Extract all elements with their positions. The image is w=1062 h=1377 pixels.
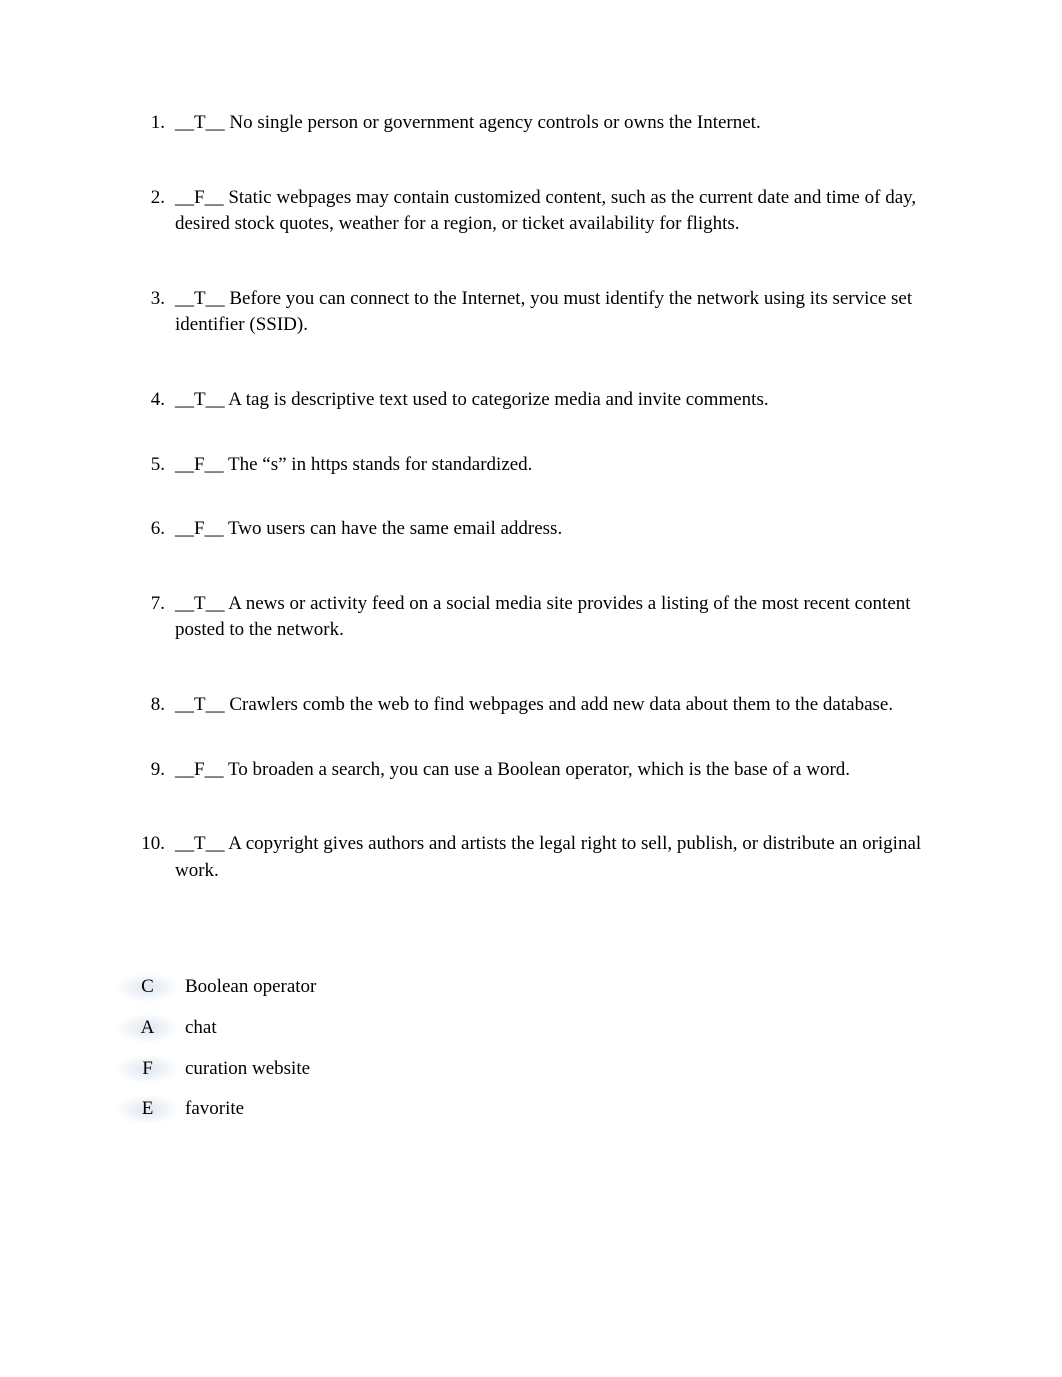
question-6: 6. __F__ Two users can have the same ema… (140, 516, 942, 543)
question-9: 9. __F__ To broaden a search, you can us… (140, 757, 942, 784)
question-text: __T__ A news or activity feed on a socia… (175, 591, 942, 644)
match-letter: E (142, 1098, 154, 1119)
match-term: curation website (175, 1056, 310, 1083)
question-text: __F__ Two users can have the same email … (175, 516, 942, 543)
match-letter: A (141, 1017, 155, 1038)
question-body: Static webpages may contain customized c… (175, 187, 916, 235)
question-body: A news or activity feed on a social medi… (175, 593, 911, 641)
question-3: 3. __T__ Before you can connect to the I… (140, 286, 942, 339)
match-term: favorite (175, 1096, 244, 1123)
question-number: 8. (140, 692, 175, 719)
answer-marker: __T__ (175, 833, 225, 854)
question-text: __T__ Before you can connect to the Inte… (175, 286, 942, 339)
answer-marker: __T__ (175, 112, 225, 133)
match-letter-wrap: C (120, 974, 175, 1001)
question-2: 2. __F__ Static webpages may contain cus… (140, 185, 942, 238)
true-false-questions: 1. __T__ No single person or government … (140, 110, 942, 884)
match-letter-wrap: E (120, 1096, 175, 1123)
answer-marker: __T__ (175, 593, 225, 614)
match-term: Boolean operator (175, 974, 316, 1001)
question-text: __T__ No single person or government age… (175, 110, 942, 137)
question-text: __F__ The “s” in https stands for standa… (175, 452, 942, 479)
question-text: __T__ A copyright gives authors and arti… (175, 831, 942, 884)
matching-section: C Boolean operator A chat F curation web… (120, 974, 942, 1122)
question-body: Before you can connect to the Internet, … (175, 288, 912, 336)
question-body: The “s” in https stands for standardized… (224, 454, 533, 475)
question-text: __T__ Crawlers comb the web to find webp… (175, 692, 942, 719)
question-number: 9. (140, 757, 175, 784)
match-term: chat (175, 1015, 217, 1042)
answer-marker: __F__ (175, 454, 224, 475)
answer-marker: __T__ (175, 288, 225, 309)
question-body: Two users can have the same email addres… (224, 518, 563, 539)
question-number: 3. (140, 286, 175, 313)
question-body: To broaden a search, you can use a Boole… (224, 759, 850, 780)
question-number: 1. (140, 110, 175, 137)
question-1: 1. __T__ No single person or government … (140, 110, 942, 137)
question-number: 10. (140, 831, 175, 858)
answer-marker: __F__ (175, 759, 224, 780)
question-7: 7. __T__ A news or activity feed on a so… (140, 591, 942, 644)
match-row-1: C Boolean operator (120, 974, 942, 1001)
match-letter: F (142, 1058, 153, 1079)
question-8: 8. __T__ Crawlers comb the web to find w… (140, 692, 942, 719)
answer-marker: __F__ (175, 518, 224, 539)
match-row-2: A chat (120, 1015, 942, 1042)
question-number: 4. (140, 387, 175, 414)
match-letter-wrap: F (120, 1056, 175, 1083)
answer-marker: __F__ (175, 187, 224, 208)
question-4: 4. __T__ A tag is descriptive text used … (140, 387, 942, 414)
question-number: 6. (140, 516, 175, 543)
question-body: Crawlers comb the web to find webpages a… (225, 694, 893, 715)
question-text: __F__ To broaden a search, you can use a… (175, 757, 942, 784)
question-body: A copyright gives authors and artists th… (175, 833, 921, 881)
match-letter-wrap: A (120, 1015, 175, 1042)
answer-marker: __T__ (175, 694, 225, 715)
match-row-3: F curation website (120, 1056, 942, 1083)
question-text: __F__ Static webpages may contain custom… (175, 185, 942, 238)
question-number: 2. (140, 185, 175, 212)
question-body: No single person or government agency co… (225, 112, 761, 133)
answer-marker: __T__ (175, 389, 225, 410)
question-text: __T__ A tag is descriptive text used to … (175, 387, 942, 414)
question-5: 5. __F__ The “s” in https stands for sta… (140, 452, 942, 479)
question-number: 7. (140, 591, 175, 618)
question-10: 10. __T__ A copyright gives authors and … (140, 831, 942, 884)
question-number: 5. (140, 452, 175, 479)
match-row-4: E favorite (120, 1096, 942, 1123)
question-body: A tag is descriptive text used to catego… (225, 389, 769, 410)
match-letter: C (141, 976, 154, 997)
